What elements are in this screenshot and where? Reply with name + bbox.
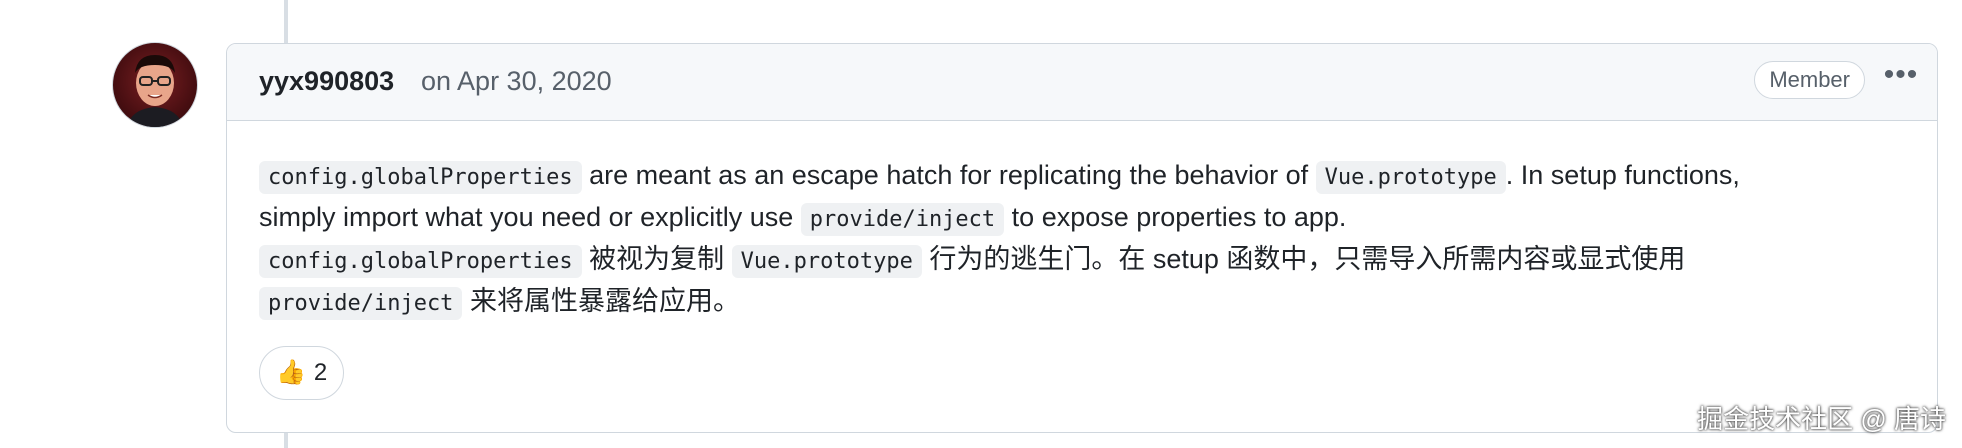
body-text: to expose properties to app. [1004,202,1347,232]
inline-code: Vue.prototype [731,245,922,278]
body-text: are meant as an escape hatch for replica… [581,160,1316,190]
watermark: 掘金技术社区 @ 唐诗 [1697,404,1946,434]
inline-code: provide/inject [259,287,463,320]
body-line-1: config.globalProperties are meant as an … [259,154,1909,196]
inline-code: Vue.prototype [1315,161,1506,194]
inline-code: config.globalProperties [259,245,582,278]
body-line-4: provide/inject 来将属性暴露给应用。 [259,280,1909,322]
author-link[interactable]: yyx990803 [259,66,394,97]
body-text: . In setup functions, [1505,160,1740,190]
body-text: 来将属性暴露给应用。 [462,286,740,316]
body-text: simply import what you need or explicitl… [259,202,801,232]
more-options-icon[interactable]: ••• [1879,60,1923,100]
inline-code: config.globalProperties [259,161,582,194]
avatar-portrait [127,55,183,127]
comment-date-link[interactable]: on Apr 30, 2020 [421,66,612,97]
comment-body: config.globalProperties are meant as an … [259,154,1909,322]
body-text: 被视为复制 [581,244,732,274]
inline-code: provide/inject [800,203,1005,236]
reaction-count: 2 [313,359,328,386]
avatar[interactable] [112,42,198,128]
comment-header: yyx990803 on Apr 30, 2020 Member ••• [227,44,1937,121]
body-line-3: config.globalProperties 被视为复制 Vue.protot… [259,238,1909,280]
body-text: 行为的逃生门。在 setup 函数中，只需导入所需内容或显式使用 [921,244,1686,274]
body-line-2: simply import what you need or explicitl… [259,196,1909,238]
thumbs-up-reaction-button[interactable]: 👍 2 [259,346,345,400]
thumbs-up-icon: 👍 [276,359,306,386]
comment-box: yyx990803 on Apr 30, 2020 Member ••• con… [226,43,1938,433]
member-badge: Member [1754,61,1865,99]
